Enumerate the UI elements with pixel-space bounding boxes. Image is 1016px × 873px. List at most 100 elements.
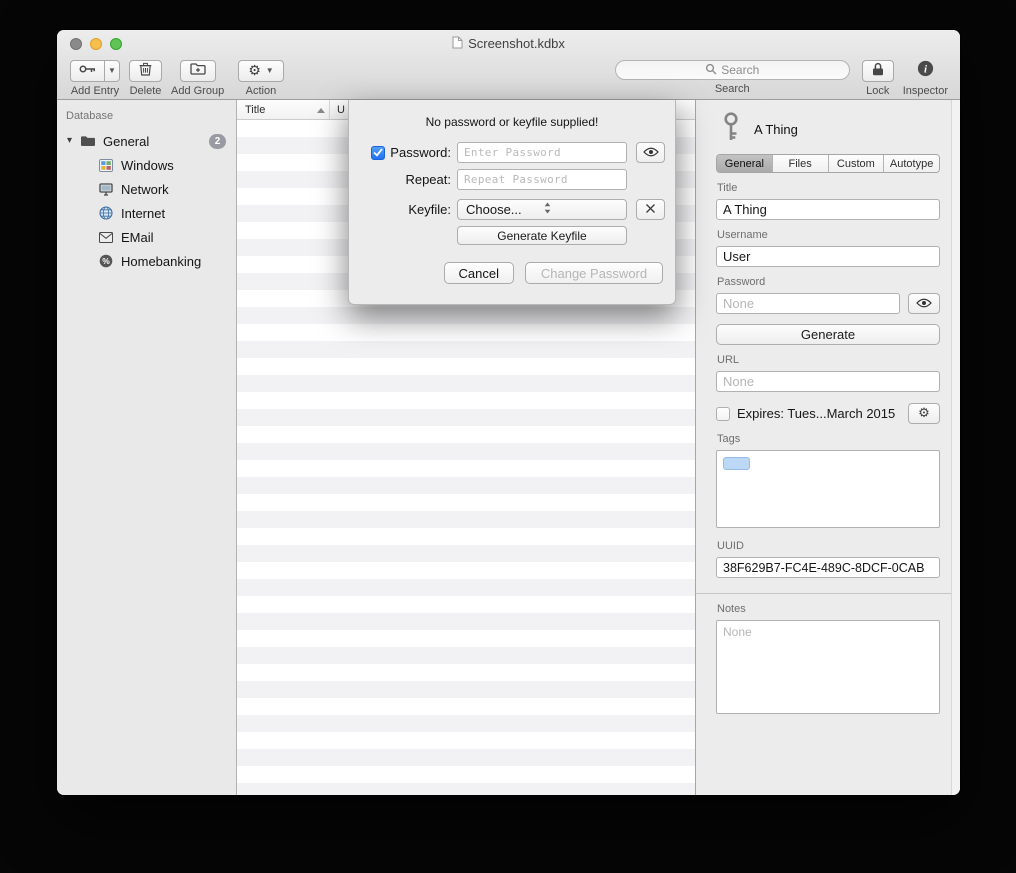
lock-label: Lock: [866, 85, 889, 97]
keyfile-row: Keyfile: Choose...: [361, 199, 663, 220]
lock-button[interactable]: [862, 60, 894, 82]
search-input[interactable]: Search: [615, 60, 850, 80]
add-entry-button[interactable]: [70, 60, 105, 82]
notes-field[interactable]: [716, 620, 940, 714]
sort-ascending-icon: [317, 104, 325, 116]
sidebar-item-homebanking[interactable]: % Homebanking: [57, 249, 236, 273]
tag-chip[interactable]: [723, 457, 750, 470]
traffic-lights: [70, 38, 122, 50]
tab-files[interactable]: Files: [773, 155, 829, 172]
repeat-password-input[interactable]: [457, 169, 627, 190]
tags-field[interactable]: [716, 450, 940, 528]
window-title: Screenshot.kdbx: [452, 36, 565, 52]
minimize-button[interactable]: [90, 38, 102, 50]
inspector-scrollbar[interactable]: [951, 100, 960, 795]
delete-button[interactable]: [129, 60, 162, 82]
tab-autotype[interactable]: Autotype: [884, 155, 939, 172]
sidebar-item-label: Homebanking: [121, 254, 201, 269]
tool-search: Search Search: [615, 60, 850, 95]
tool-add-group: Add Group: [171, 60, 224, 97]
generate-keyfile-row: Generate Keyfile: [361, 226, 663, 245]
sidebar-section-header: Database: [57, 107, 236, 129]
envelope-icon: [97, 232, 115, 243]
repeat-label: Repeat:: [405, 172, 451, 187]
inspector-panel: A Thing General Files Custom Autotype Ti…: [695, 100, 960, 795]
trash-icon: [139, 62, 152, 81]
gear-icon: ⚙: [918, 407, 930, 420]
inspector-label: Inspector: [903, 85, 948, 97]
sidebar-item-general[interactable]: ▾ General 2: [57, 129, 236, 153]
tab-custom[interactable]: Custom: [829, 155, 885, 172]
expires-label: Expires: Tues...March 2015: [737, 406, 901, 421]
search-label: Search: [715, 83, 750, 95]
expires-row: Expires: Tues...March 2015 ⚙: [716, 403, 940, 424]
password-field[interactable]: [716, 293, 900, 314]
sidebar-item-internet[interactable]: Internet: [57, 201, 236, 225]
sidebar-item-label: Internet: [121, 206, 165, 221]
sidebar-item-windows[interactable]: Windows: [57, 153, 236, 177]
folder-icon: [79, 135, 97, 147]
action-button[interactable]: ⚙ ▼: [238, 60, 283, 82]
url-field-label: URL: [717, 354, 940, 366]
clear-keyfile-button[interactable]: [636, 199, 665, 220]
folder-plus-icon: [190, 62, 206, 80]
generate-password-button[interactable]: Generate: [716, 324, 940, 345]
info-circle-icon: i: [917, 60, 934, 82]
tool-add-entry: ▼ Add Entry: [70, 60, 120, 97]
tool-inspector: i Inspector: [903, 60, 948, 97]
tab-general[interactable]: General: [717, 155, 773, 172]
reveal-password-button[interactable]: [636, 142, 665, 163]
chevron-down-icon: ▼: [108, 67, 116, 75]
zoom-button[interactable]: [110, 38, 122, 50]
dialog-message: No password or keyfile supplied!: [361, 115, 663, 129]
sidebar-item-email[interactable]: EMail: [57, 225, 236, 249]
change-password-dialog: No password or keyfile supplied! Passwor…: [348, 100, 676, 305]
entry-count-badge: 2: [209, 134, 226, 149]
window-chrome: Screenshot.kdbx ▼ Add: [57, 30, 960, 100]
sidebar-item-network[interactable]: Network: [57, 177, 236, 201]
column-header-username[interactable]: U: [330, 104, 345, 116]
gear-icon: ⚙: [248, 64, 261, 78]
add-group-label: Add Group: [171, 85, 224, 97]
inspector-tabs: General Files Custom Autotype: [716, 154, 940, 173]
change-password-button[interactable]: Change Password: [525, 262, 663, 284]
title-field[interactable]: [716, 199, 940, 220]
window-title-text: Screenshot.kdbx: [468, 36, 565, 51]
column-header-title[interactable]: Title: [237, 100, 330, 119]
document-icon: [452, 36, 463, 52]
titlebar[interactable]: Screenshot.kdbx: [57, 30, 960, 57]
entry-title: A Thing: [754, 122, 798, 137]
url-field[interactable]: [716, 371, 940, 392]
windows-icon: [97, 159, 115, 172]
inspector-button[interactable]: i: [907, 60, 944, 82]
keyfile-popup-button[interactable]: Choose...: [457, 199, 627, 220]
notes-field-label: Notes: [717, 603, 940, 615]
globe-icon: [97, 206, 115, 220]
password-field-label: Password: [717, 276, 940, 288]
search-icon: [705, 63, 717, 78]
password-checkbox[interactable]: [371, 146, 385, 160]
key-icon: [79, 62, 96, 80]
username-field[interactable]: [716, 246, 940, 267]
desktop-background: Screenshot.kdbx ▼ Add: [0, 0, 1016, 873]
close-button[interactable]: [70, 38, 82, 50]
sidebar-item-label: Windows: [121, 158, 174, 173]
add-entry-menu-button[interactable]: ▼: [105, 60, 120, 82]
cancel-button[interactable]: Cancel: [444, 262, 514, 284]
disclosure-triangle-icon[interactable]: ▾: [67, 136, 79, 146]
tool-lock: Lock: [862, 60, 894, 97]
expires-checkbox[interactable]: [716, 407, 730, 421]
tool-action: ⚙ ▼ Action: [238, 60, 283, 97]
section-divider: [696, 593, 960, 594]
reveal-password-button[interactable]: [908, 293, 940, 314]
expires-settings-button[interactable]: ⚙: [908, 403, 940, 424]
delete-label: Delete: [130, 85, 162, 97]
generate-keyfile-button[interactable]: Generate Keyfile: [457, 226, 627, 245]
add-group-button[interactable]: [180, 60, 216, 82]
sidebar-item-label: Network: [121, 182, 169, 197]
tags-field-label: Tags: [717, 433, 940, 445]
entry-header: A Thing: [716, 108, 940, 150]
uuid-field[interactable]: [716, 557, 940, 578]
sidebar-item-label: EMail: [121, 230, 154, 245]
enter-password-input[interactable]: [457, 142, 627, 163]
